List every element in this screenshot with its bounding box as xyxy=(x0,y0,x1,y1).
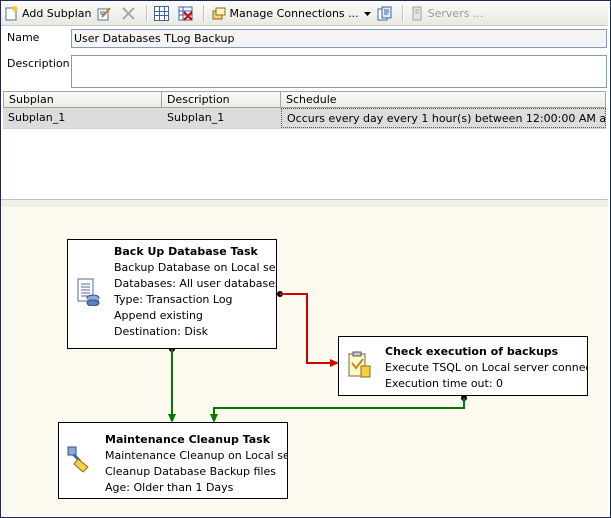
task-detail: Databases: All user databases xyxy=(114,277,276,290)
plan-properties: Name User Databases TLog Backup Descript… xyxy=(1,26,608,89)
success-constraint-check-to-cleanup[interactable] xyxy=(210,395,467,423)
task-title: Check execution of backups xyxy=(385,345,559,358)
backup-database-task[interactable]: Back Up Database Task Backup Database on… xyxy=(67,239,277,349)
name-label: Name xyxy=(7,31,40,44)
name-value: User Databases TLog Backup xyxy=(74,32,235,45)
task-detail: Destination: Disk xyxy=(114,325,208,338)
servers-label: Servers ... xyxy=(427,6,484,20)
toolbar: Add Subplan Manage Connections ... Serve… xyxy=(1,1,608,26)
column-header-subplan[interactable]: Subplan xyxy=(4,92,162,107)
table-row[interactable]: Subplan_1 Subplan_1 Occurs every day eve… xyxy=(3,108,606,129)
column-header-schedule[interactable]: Schedule xyxy=(281,92,605,107)
description-cell[interactable]: Subplan_1 xyxy=(162,108,281,128)
success-constraint-backup-to-cleanup[interactable] xyxy=(168,346,176,423)
cleanup-task-icon xyxy=(66,445,92,478)
description-label: Description xyxy=(7,57,70,70)
column-header-description[interactable]: Description xyxy=(162,92,281,107)
task-detail: Type: Transaction Log xyxy=(114,293,233,306)
connections-dropdown[interactable] xyxy=(362,3,374,23)
backup-task-icon xyxy=(76,278,100,311)
manage-connections-button[interactable]: Manage Connections ... xyxy=(208,3,361,23)
edit-subplan-button[interactable] xyxy=(94,3,118,23)
servers-button[interactable]: Servers ... xyxy=(407,3,487,23)
delete-grid-button[interactable] xyxy=(175,3,199,23)
name-field[interactable]: User Databases TLog Backup xyxy=(71,29,607,48)
task-detail: Maintenance Cleanup on Local se... xyxy=(105,449,287,462)
subplan-grid-header: Subplan Description Schedule xyxy=(3,91,606,108)
task-title: Back Up Database Task xyxy=(114,245,258,258)
check-execution-task[interactable]: Check execution of backups Execute TSQL … xyxy=(338,336,588,396)
edit-subplan-icon xyxy=(97,6,112,21)
manage-connections-label: Manage Connections ... xyxy=(229,6,359,20)
report-button[interactable] xyxy=(374,3,398,23)
design-surface[interactable]: Back Up Database Task Backup Database on… xyxy=(1,207,608,516)
add-subplan-icon xyxy=(4,6,19,21)
task-detail: Append existing xyxy=(114,309,203,322)
add-subplan-label: Add Subplan xyxy=(22,6,92,20)
delete-icon xyxy=(121,6,136,21)
task-detail: Cleanup Database Backup files xyxy=(105,465,276,478)
toolbar-separator xyxy=(203,4,205,22)
toolbar-separator xyxy=(146,4,148,22)
task-title: Maintenance Cleanup Task xyxy=(105,433,271,446)
subplan-cell[interactable]: Subplan_1 xyxy=(3,108,162,128)
toolbar-separator xyxy=(401,4,403,22)
schedule-cell[interactable]: Occurs every day every 1 hour(s) between… xyxy=(281,108,606,128)
task-detail: Age: Older than 1 Days xyxy=(105,481,234,494)
failure-constraint[interactable] xyxy=(277,291,339,367)
delete-grid-icon xyxy=(178,6,194,21)
report-icon xyxy=(377,6,392,21)
tsql-task-icon xyxy=(346,351,372,384)
dropdown-arrow-icon xyxy=(363,7,372,20)
grid-icon xyxy=(154,5,170,21)
task-detail: Backup Database on Local se... xyxy=(114,261,276,274)
subplan-properties-button[interactable] xyxy=(151,3,175,23)
task-detail: Execute TSQL on Local server connect... xyxy=(385,361,587,374)
delete-subplan-button[interactable] xyxy=(118,3,142,23)
description-field[interactable] xyxy=(71,55,607,88)
maintenance-cleanup-task[interactable]: Maintenance Cleanup Task Maintenance Cle… xyxy=(58,422,288,499)
task-detail: Execution time out: 0 xyxy=(385,377,504,390)
servers-icon xyxy=(410,6,425,21)
subplan-grid: Subplan Description Schedule Subplan_1 S… xyxy=(3,91,606,129)
add-subplan-button[interactable]: Add Subplan xyxy=(1,3,94,23)
manage-connections-icon xyxy=(211,6,226,21)
